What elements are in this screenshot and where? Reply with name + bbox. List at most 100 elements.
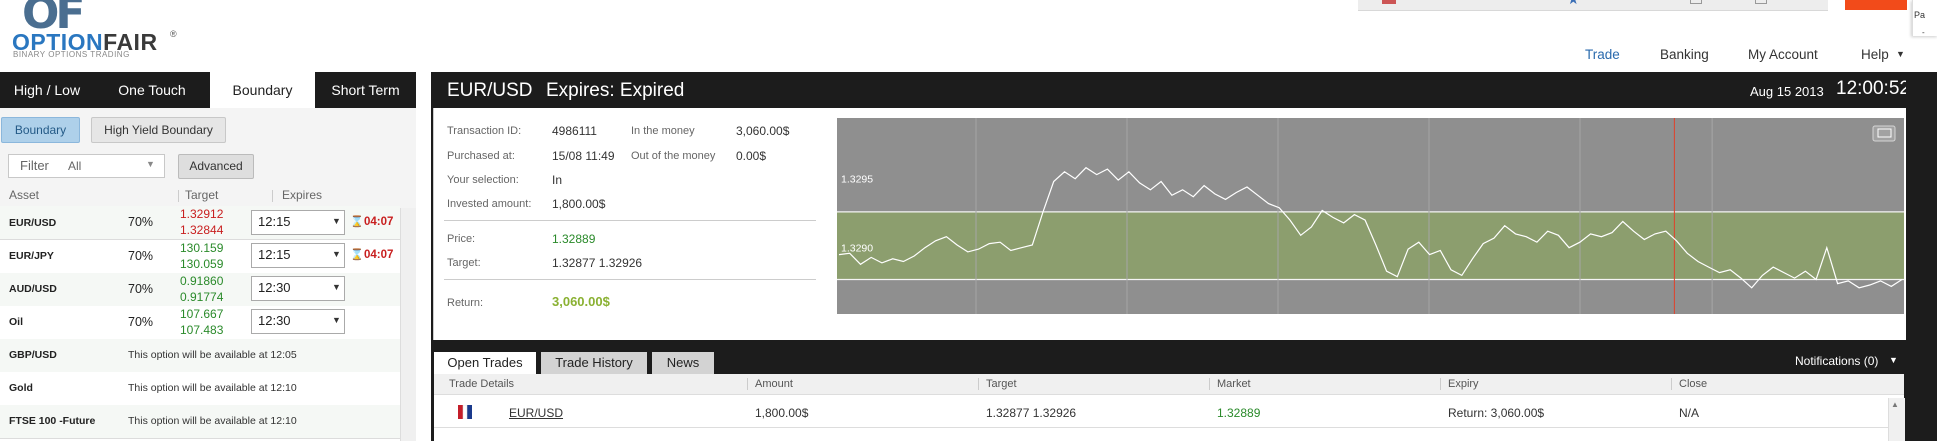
hourglass-icon: ⌛ (350, 249, 364, 261)
chevron-down-icon[interactable]: ▼ (1896, 49, 1905, 59)
return-label: Return: (447, 297, 484, 309)
side-panel-dash: - (1922, 28, 1925, 37)
expiry-value: 12:30 (258, 313, 291, 328)
availability-note: This option will be available at 12:10 (128, 382, 297, 394)
target-high: 0.91860 (180, 274, 224, 288)
asset-name: Gold (9, 382, 33, 394)
asset-name: EUR/JPY (9, 250, 54, 262)
star-icon[interactable]: ★ (1567, 0, 1580, 6)
target-low: 107.483 (180, 323, 224, 337)
checkbox-icon[interactable] (1755, 0, 1767, 4)
chevron-down-icon[interactable]: ▼ (1889, 355, 1898, 365)
main-date: Aug 15 2013 (1750, 84, 1824, 99)
asset-name: EUR/USD (9, 217, 57, 229)
column-header-target: Target (185, 188, 219, 202)
trade-market: 1.32889 (1217, 406, 1261, 420)
tab-short-term[interactable]: Short Term (315, 72, 416, 108)
out-of-the-money-value: 0.00$ (736, 149, 767, 163)
target-low: 130.059 (180, 257, 224, 271)
transaction-id: 4986111 (552, 124, 597, 138)
trade-close: N/A (1679, 406, 1700, 420)
target-label: Target: (447, 257, 481, 269)
x-tick-label: 11:36 (1416, 317, 1442, 328)
main-expires-status: Expires: Expired (546, 80, 685, 101)
expiry-value: 12:30 (258, 280, 291, 295)
tab-news[interactable]: News (652, 352, 714, 374)
logo-tagline: BINARY OPTIONS TRADING (13, 50, 130, 59)
chevron-down-icon[interactable]: ▼ (332, 216, 341, 226)
trade-target: 1.32877 1.32926 (986, 406, 1077, 420)
tab-high-low[interactable]: High / Low (0, 72, 94, 108)
countdown: 04:07 (364, 216, 394, 228)
column-divider (978, 378, 979, 390)
chevron-down-icon[interactable]: ▼ (332, 282, 341, 292)
invested-amount: 1,800.00$ (552, 197, 606, 211)
currency-flag-icon (458, 405, 472, 419)
trade-amount: 1,800.00$ (755, 406, 809, 420)
nav-banking[interactable]: Banking (1660, 47, 1709, 62)
nav-help[interactable]: Help (1861, 47, 1889, 62)
main-clock: 12:00:52 (1836, 78, 1910, 99)
x-tick-label: 11:44 (1567, 317, 1593, 328)
subtab-high-yield-boundary[interactable]: High Yield Boundary (91, 117, 226, 143)
notifications-toggle[interactable]: Notifications (0) (1795, 354, 1878, 368)
asset-name: GBP/USD (9, 349, 57, 361)
column-divider (1209, 378, 1210, 390)
out-of-the-money-label: Out of the money (631, 150, 716, 162)
trade-asset-link[interactable]: EUR/USD (509, 406, 563, 420)
asset-list-scrollbar[interactable] (400, 208, 417, 441)
transaction-info-panel (433, 108, 827, 340)
your-selection: In (552, 173, 563, 187)
main-asset-title: EUR/USD (447, 80, 533, 101)
x-tick-label: 11:28 (1265, 317, 1291, 328)
nav-my-account[interactable]: My Account (1748, 47, 1818, 62)
tab-open-trades[interactable]: Open Trades (434, 352, 536, 374)
language-flag-icon[interactable] (1382, 0, 1396, 4)
subtab-boundary[interactable]: Boundary (1, 117, 80, 143)
advanced-button[interactable]: Advanced (178, 154, 254, 179)
side-panel-label: Pa (1914, 10, 1926, 20)
tab-boundary[interactable]: Boundary (210, 72, 315, 108)
price-value: 1.32889 (552, 232, 596, 246)
purchased-at: 15/08 11:49 (552, 149, 615, 163)
hourglass-icon: ⌛ (350, 216, 364, 228)
return-value: 3,060.00$ (552, 294, 610, 309)
your-selection-label: Your selection: (447, 174, 519, 186)
chevron-down-icon[interactable]: ▼ (146, 159, 155, 169)
chevron-up-icon[interactable]: ▲ (1891, 400, 1899, 409)
x-tick-label: 11:51 (1699, 317, 1725, 328)
x-tick-label: 11:12 (963, 317, 989, 328)
asset-payout: 70% (128, 249, 154, 263)
asset-name: AUD/USD (9, 283, 57, 295)
column-header-trade-details: Trade Details (449, 378, 515, 390)
price-chart[interactable]: 11:12 11:20 11:28 11:36 11:44 11:51 1.3295 1.32… (837, 118, 1904, 329)
price-label: Price: (447, 233, 476, 245)
nav-trade[interactable]: Trade (1585, 47, 1620, 62)
target-high: 130.159 (180, 241, 224, 255)
asset-name: FTSE 100 -Future (9, 415, 96, 427)
tab-trade-history[interactable]: Trade History (541, 352, 647, 374)
target-low: 0.91774 (180, 290, 224, 304)
column-divider (747, 378, 748, 390)
column-divider (1671, 378, 1672, 390)
price-chart-svg: 11:12 11:20 11:28 11:36 11:44 11:51 1.3295 1.32… (837, 118, 1904, 329)
chevron-down-icon[interactable]: ▼ (332, 249, 341, 259)
target-low: 1.32844 (180, 223, 224, 237)
chevron-down-icon[interactable]: ▼ (332, 315, 341, 325)
column-divider (178, 190, 179, 202)
y-tick-label: 1.3290 (841, 243, 873, 255)
filter-label: Filter (20, 158, 49, 173)
column-header-expires: Expires (282, 188, 323, 202)
column-header-expiry: Expiry (1448, 378, 1479, 390)
column-divider (272, 190, 273, 202)
column-header-asset: Asset (9, 188, 40, 202)
deposit-button[interactable] (1845, 0, 1907, 10)
checkbox-icon[interactable] (1690, 0, 1702, 4)
countdown: 04:07 (364, 249, 394, 261)
chart-expand-icon[interactable] (1872, 125, 1896, 142)
row-divider (434, 427, 1889, 428)
asset-payout: 70% (128, 282, 154, 296)
column-header-target: Target (986, 378, 1017, 390)
tab-one-touch[interactable]: One Touch (94, 72, 210, 108)
expiry-value: 12:15 (258, 247, 291, 262)
